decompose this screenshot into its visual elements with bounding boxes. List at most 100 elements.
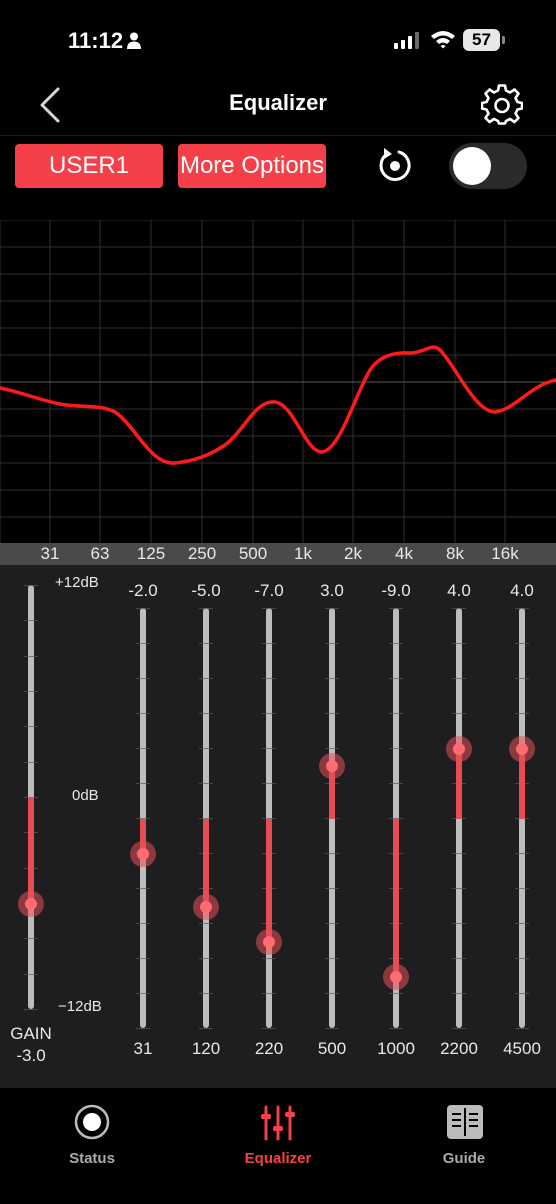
slider-tick xyxy=(136,888,150,889)
band-value-label: -2.0 xyxy=(128,581,158,600)
slider-tick xyxy=(24,938,38,940)
slider-tick xyxy=(515,1028,529,1029)
frequency-axis: 31 63 125 250 500 1k 2k 4k 8k 16k xyxy=(0,543,556,565)
gain-label: GAIN xyxy=(10,1024,52,1043)
slider-tick xyxy=(452,888,466,889)
band-slider-knob[interactable] xyxy=(319,753,345,780)
slider-tick xyxy=(389,993,403,994)
slider-tick xyxy=(136,783,150,784)
slider-tick xyxy=(325,748,339,749)
slider-tick xyxy=(515,608,529,609)
slider-knob-dot xyxy=(516,742,528,755)
eq-enable-toggle[interactable] xyxy=(449,143,527,189)
slider-tick xyxy=(262,678,276,679)
band-frequency-label: 2200 xyxy=(440,1039,478,1058)
slider-tick xyxy=(199,678,213,679)
status-time: 11:12 xyxy=(68,28,124,53)
slider-tick xyxy=(199,748,213,749)
battery-icon: 57 xyxy=(463,29,505,51)
slider-tick xyxy=(389,1028,403,1029)
slider-tick xyxy=(452,853,466,854)
settings-gear-icon[interactable] xyxy=(481,84,523,126)
gain-slider-fill xyxy=(28,797,34,904)
slider-tick xyxy=(389,678,403,679)
slider-tick xyxy=(389,643,403,644)
scale-mid-label: 0dB xyxy=(72,787,99,804)
slider-tick xyxy=(199,783,213,784)
slider-tick xyxy=(24,620,38,622)
band-slider-fill xyxy=(266,819,272,943)
slider-tick xyxy=(515,713,529,714)
slider-tick xyxy=(452,608,466,609)
frequency-label: 4k xyxy=(395,544,413,563)
slider-tick xyxy=(325,853,339,854)
band-frequency-label: 220 xyxy=(254,1039,284,1058)
slider-tick xyxy=(389,608,403,609)
band-slider-knob[interactable] xyxy=(383,964,409,991)
frequency-label: 16k xyxy=(491,544,519,563)
tab-label-guide: Guide xyxy=(442,1150,486,1167)
cellular-signal-icon xyxy=(394,32,419,49)
slider-tick xyxy=(136,748,150,749)
slider-tick xyxy=(515,853,529,854)
band-value-label: 4.0 xyxy=(510,581,534,600)
slider-tick xyxy=(325,888,339,889)
slider-tick xyxy=(24,973,38,975)
slider-knob-dot xyxy=(25,898,37,910)
slider-tick xyxy=(262,643,276,644)
slider-tick xyxy=(452,923,466,924)
frequency-label: 125 xyxy=(136,544,166,563)
slider-tick xyxy=(389,748,403,749)
slider-tick xyxy=(325,1028,339,1029)
slider-tick xyxy=(262,783,276,784)
band-value-label: -7.0 xyxy=(254,581,284,600)
tab-status[interactable]: Status xyxy=(32,1096,152,1167)
person-icon xyxy=(127,32,141,49)
slider-tick xyxy=(452,713,466,714)
slider-tick xyxy=(24,691,38,692)
record-icon xyxy=(74,1104,110,1140)
slider-tick xyxy=(515,993,529,994)
tab-guide[interactable]: Guide xyxy=(404,1096,524,1167)
slider-tick xyxy=(325,958,339,959)
slider-tick xyxy=(199,958,213,959)
band-slider-knob[interactable] xyxy=(256,929,282,956)
frequency-label: 31 xyxy=(40,544,60,563)
slider-tick xyxy=(262,993,276,994)
nav-bar: Equalizer xyxy=(0,80,556,136)
reset-icon[interactable] xyxy=(375,146,415,186)
slider-tick xyxy=(325,643,339,644)
slider-tick xyxy=(136,923,150,924)
slider-tick xyxy=(262,958,276,959)
frequency-label: 1k xyxy=(294,544,312,563)
slider-tick xyxy=(325,713,339,714)
slider-tick xyxy=(325,608,339,609)
gain-slider-knob[interactable] xyxy=(18,891,44,917)
slider-tick xyxy=(24,726,38,728)
band-slider-knob[interactable] xyxy=(509,735,535,762)
slider-tick xyxy=(325,923,339,924)
slider-tick xyxy=(199,993,213,994)
tab-equalizer[interactable]: Equalizer xyxy=(218,1096,338,1167)
frequency-label: 2k xyxy=(344,544,362,563)
slider-knob-dot xyxy=(453,742,465,755)
preset-button[interactable]: USER1 xyxy=(15,144,163,188)
slider-tick xyxy=(199,608,213,609)
band-value-label: -5.0 xyxy=(191,581,221,600)
slider-tick xyxy=(199,923,213,924)
band-slider-knob[interactable] xyxy=(130,841,156,868)
slider-knob-dot xyxy=(390,971,402,984)
slider-tick xyxy=(452,1028,466,1029)
band-slider-knob[interactable] xyxy=(446,735,472,762)
slider-tick xyxy=(262,713,276,714)
slider-tick xyxy=(452,643,466,644)
sliders-icon xyxy=(261,1105,295,1141)
frequency-label: 500 xyxy=(238,544,268,563)
gain-value: -3.0 xyxy=(16,1046,46,1065)
more-options-button[interactable]: More Options xyxy=(178,144,326,188)
scale-top-label: +12dB xyxy=(55,574,99,591)
toggle-knob xyxy=(453,147,491,185)
slider-tick xyxy=(24,585,38,586)
band-slider-knob[interactable] xyxy=(193,894,219,920)
tab-label-equalizer: Equalizer xyxy=(244,1150,312,1167)
